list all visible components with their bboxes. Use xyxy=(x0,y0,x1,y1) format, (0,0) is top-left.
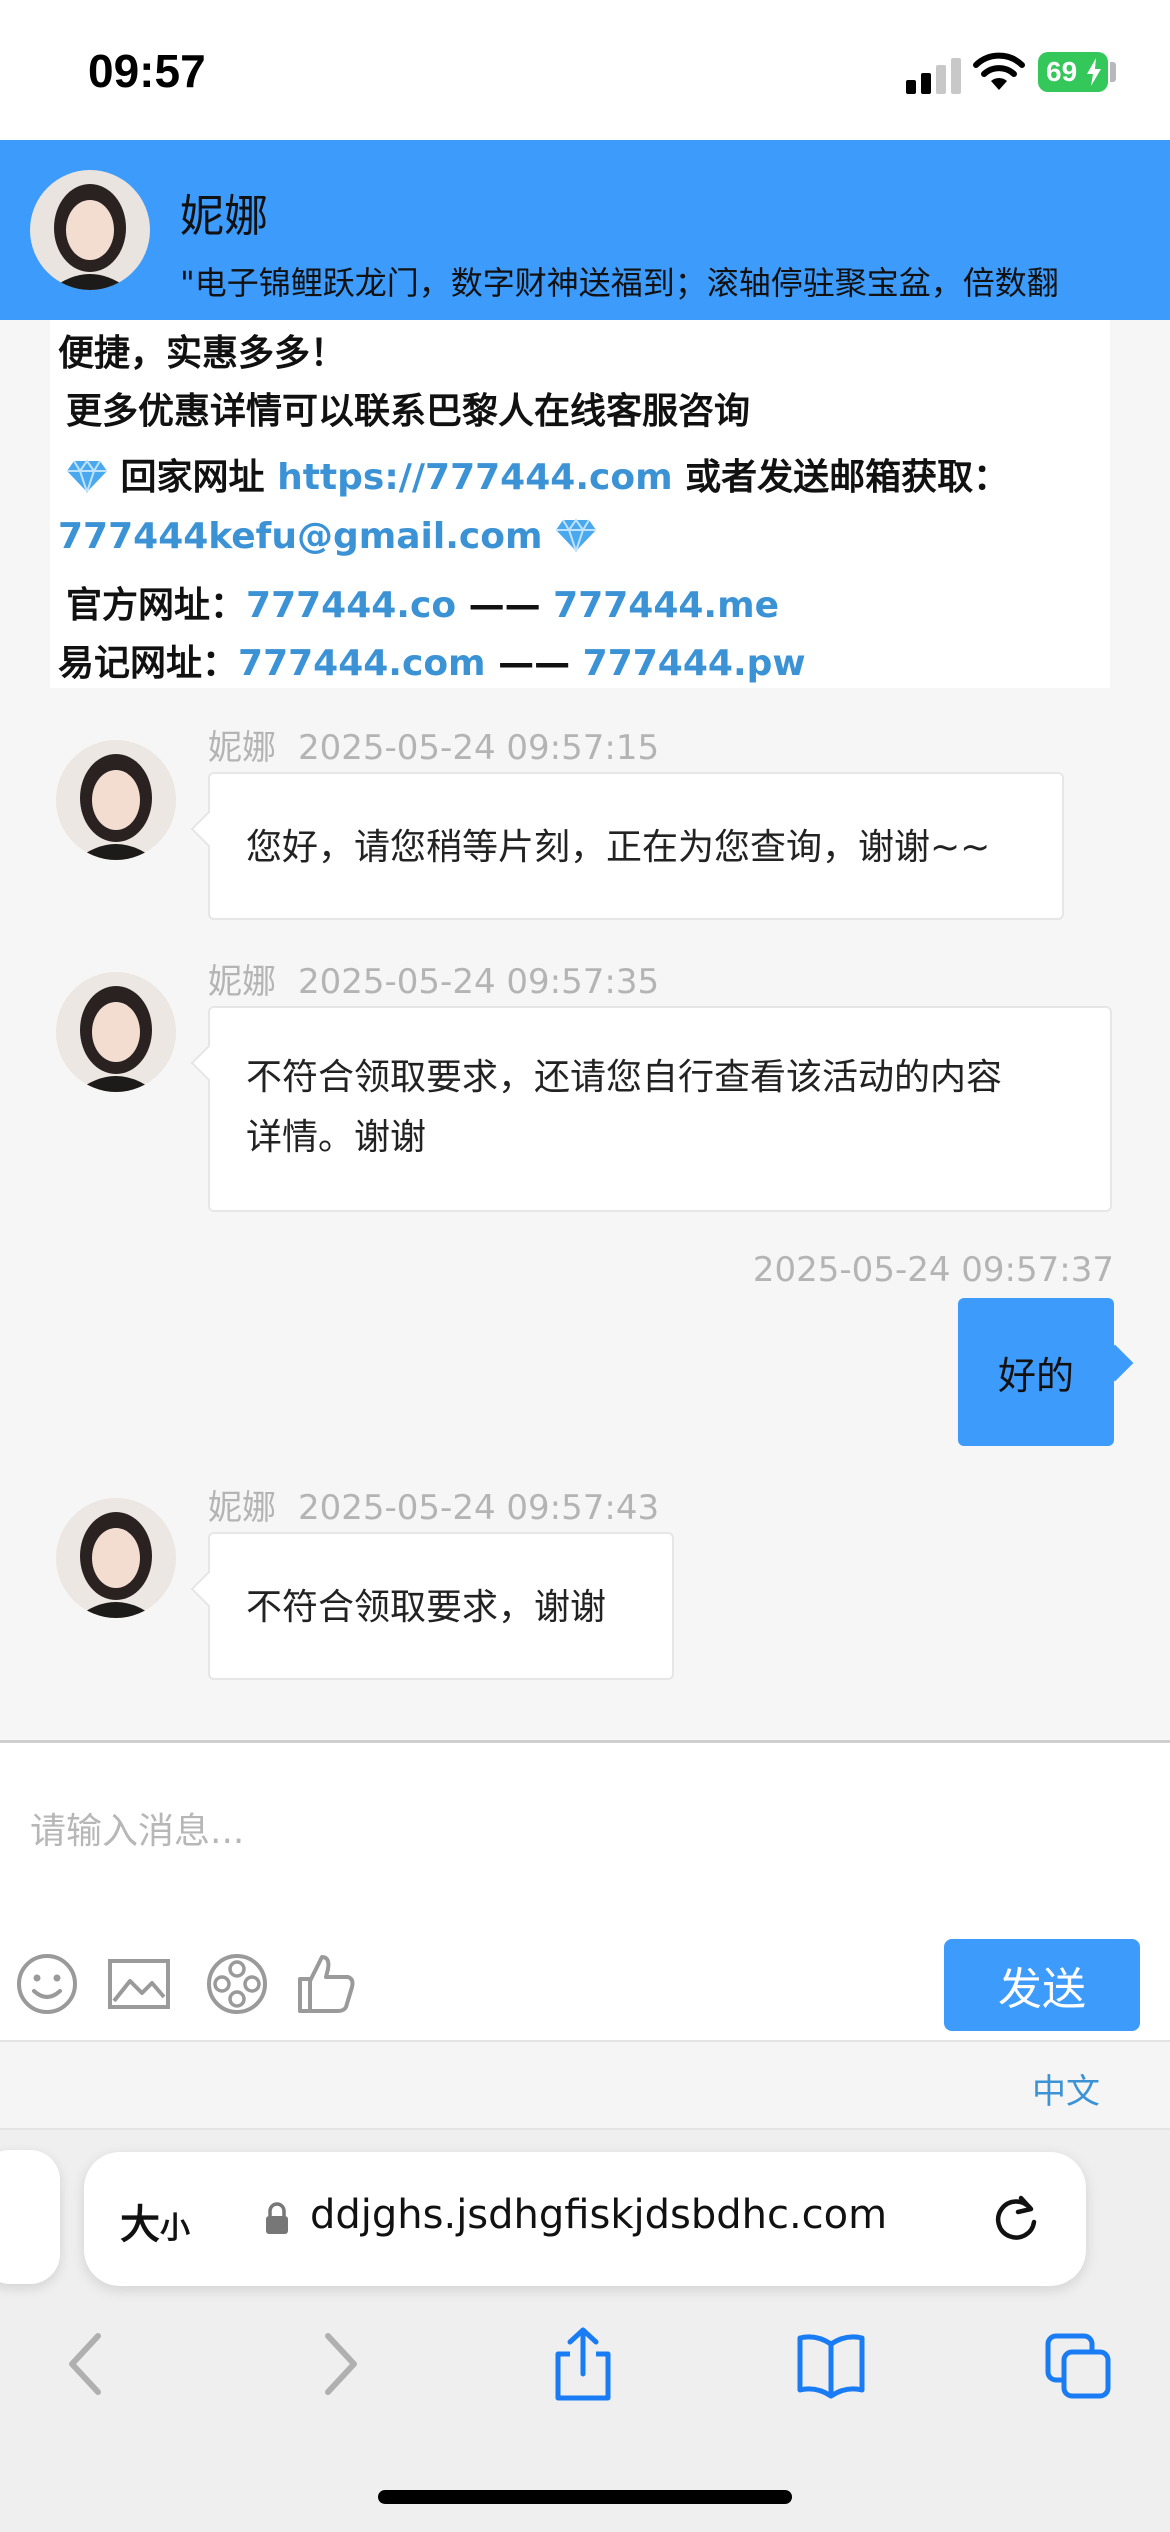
announcement-line: 官方网址：777444.co —— 777444.me xyxy=(66,576,779,628)
message-timestamp: 2025-05-24 09:57:43 xyxy=(298,1488,660,1528)
avatar-portrait-icon xyxy=(30,170,150,290)
language-bar: 中文 xyxy=(0,2040,1170,2130)
sender-name: 妮娜 xyxy=(208,728,276,768)
send-button[interactable]: 发送 xyxy=(944,1939,1140,2031)
previous-tab-edge[interactable] xyxy=(0,2150,60,2284)
sender-name: 妮娜 xyxy=(208,1488,276,1528)
official-url-label: 官方网址： xyxy=(66,585,247,626)
battery-indicator: 69 xyxy=(1038,52,1108,92)
email-link[interactable]: 777444kefu@gmail.com xyxy=(58,516,543,557)
text-size-small: 小 xyxy=(160,2211,190,2246)
film-reel-icon[interactable] xyxy=(204,1951,270,2017)
share-icon[interactable] xyxy=(548,2326,618,2402)
emoji-icon[interactable] xyxy=(14,1951,80,2017)
url-separator: —— xyxy=(485,643,583,684)
cellular-signal-icon xyxy=(906,58,961,94)
easy-url-link[interactable]: 777444.pw xyxy=(583,643,806,684)
home-url-link[interactable]: https://777444.com xyxy=(277,457,673,498)
chat-header: 妮娜 "电子锦鲤跃龙门，数字财神送福到；滚轴停驻聚宝盆，倍数翻 xyxy=(0,140,1170,320)
browser-toolbar: 大小 ddjghs.jsdhgfiskjdsbdhc.com xyxy=(0,2130,1170,2532)
message-timestamp: 2025-05-24 09:57:37 xyxy=(752,1250,1114,1290)
avatar-portrait-icon xyxy=(56,740,176,860)
message-list[interactable]: 便捷，实惠多多！ 更多优惠详情可以联系巴黎人在线客服咨询 回家网址 https:… xyxy=(0,320,1170,1740)
address-bar[interactable]: 大小 ddjghs.jsdhgfiskjdsbdhc.com xyxy=(84,2152,1086,2286)
agent-avatar[interactable] xyxy=(56,740,176,860)
text-size-large: 大 xyxy=(120,2202,160,2248)
reload-icon[interactable] xyxy=(990,2194,1042,2246)
agent-status-marquee: "电子锦鲤跃龙门，数字财神送福到；滚轴停驻聚宝盆，倍数翻 xyxy=(180,264,1059,302)
easy-url-label: 易记网址： xyxy=(58,643,239,684)
announcement-text: 回家网址 xyxy=(120,457,278,498)
forward-icon[interactable] xyxy=(304,2326,374,2402)
agent-message-bubble: 不符合领取要求，谢谢 xyxy=(208,1532,674,1680)
message-meta: 妮娜 2025-05-24 09:57:15 xyxy=(208,720,659,769)
announcement-line: 回家网址 https://777444.com 或者发送邮箱获取： xyxy=(66,448,1009,500)
battery-cap xyxy=(1110,62,1116,82)
wifi-icon xyxy=(973,52,1025,90)
message-input[interactable] xyxy=(30,1771,1130,1891)
agent-name: 妮娜 xyxy=(180,191,268,242)
message-text: 详情。谢谢 xyxy=(246,1117,427,1158)
bookmarks-icon[interactable] xyxy=(796,2326,866,2402)
url-separator: —— xyxy=(456,585,554,626)
message-text: 好的 xyxy=(997,1353,1074,1398)
charging-bolt-icon xyxy=(1087,58,1101,86)
gem-icon xyxy=(556,518,597,552)
agent-message-bubble: 不符合领取要求，还请您自行查看该活动的内容 详情。谢谢 xyxy=(208,1006,1112,1212)
user-message-bubble: 好的 xyxy=(958,1298,1114,1446)
text-size-button[interactable]: 大小 xyxy=(120,2192,190,2250)
url-text[interactable]: ddjghs.jsdhgfiskjdsbdhc.com xyxy=(310,2192,887,2238)
avatar-portrait-icon xyxy=(56,972,176,1092)
message-meta: 妮娜 2025-05-24 09:57:43 xyxy=(208,1480,659,1529)
gem-icon xyxy=(67,459,107,493)
official-url-link[interactable]: 777444.me xyxy=(553,585,779,626)
tabs-icon[interactable] xyxy=(1044,2326,1114,2402)
status-bar: 09:57 69 xyxy=(0,0,1170,140)
message-text: 不符合领取要求，谢谢 xyxy=(246,1587,607,1628)
agent-message-bubble: 您好，请您稍等片刻，正在为您查询，谢谢~~ xyxy=(208,772,1064,920)
message-text: 您好，请您稍等片刻，正在为您查询，谢谢~~ xyxy=(246,827,991,868)
agent-avatar[interactable] xyxy=(56,1498,176,1618)
agent-avatar[interactable] xyxy=(30,170,150,290)
easy-url-link[interactable]: 777444.com xyxy=(238,643,486,684)
thumbs-up-icon[interactable] xyxy=(294,1951,360,2017)
message-text: 不符合领取要求，还请您自行查看该活动的内容 xyxy=(246,1057,1003,1098)
home-indicator xyxy=(378,2490,792,2504)
status-time: 09:57 xyxy=(88,45,206,97)
announcement-line: 更多优惠详情可以联系巴黎人在线客服咨询 xyxy=(66,391,751,432)
agent-avatar[interactable] xyxy=(56,972,176,1092)
lock-icon xyxy=(266,2202,288,2234)
announcement-line: 易记网址：777444.com —— 777444.pw xyxy=(58,634,806,686)
sender-name: 妮娜 xyxy=(208,962,276,1002)
image-icon[interactable] xyxy=(106,1951,172,2017)
back-icon[interactable] xyxy=(52,2326,122,2402)
message-composer: 发送 xyxy=(0,1740,1170,2040)
message-meta: 妮娜 2025-05-24 09:57:35 xyxy=(208,954,659,1003)
announcement-message: 便捷，实惠多多！ 更多优惠详情可以联系巴黎人在线客服咨询 回家网址 https:… xyxy=(50,320,1110,688)
language-switch[interactable]: 中文 xyxy=(1032,2064,1100,2113)
announcement-text: 或者发送邮箱获取： xyxy=(672,457,1010,498)
message-timestamp: 2025-05-24 09:57:35 xyxy=(298,962,660,1002)
announcement-line: 777444kefu@gmail.com xyxy=(58,516,597,557)
avatar-portrait-icon xyxy=(56,1498,176,1618)
official-url-link[interactable]: 777444.co xyxy=(246,585,456,626)
announcement-line: 便捷，实惠多多！ xyxy=(58,333,347,374)
message-timestamp: 2025-05-24 09:57:15 xyxy=(298,728,660,768)
battery-level: 69 xyxy=(1046,56,1078,87)
